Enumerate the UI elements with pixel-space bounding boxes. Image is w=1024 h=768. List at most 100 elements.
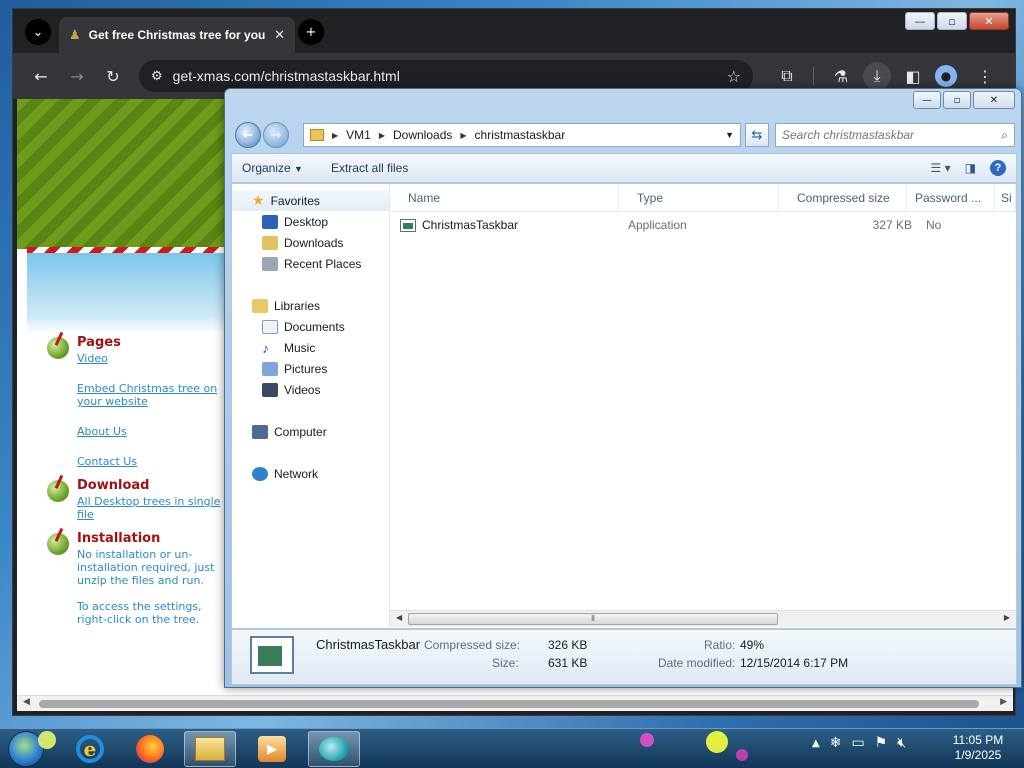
new-tab-button[interactable]: +: [298, 19, 324, 45]
chevron-down-icon[interactable]: ▼: [725, 130, 734, 140]
compressed-size-label: Compressed size:: [424, 638, 521, 652]
col-name[interactable]: Name: [390, 184, 619, 212]
extensions-button[interactable]: ⧉: [773, 62, 801, 90]
scroll-left-icon[interactable]: ◀: [396, 613, 402, 622]
file-compressed-size: 327 KB: [872, 218, 912, 232]
help-icon[interactable]: ?: [990, 160, 1006, 176]
col-type[interactable]: Type: [619, 184, 779, 212]
link-contact-us[interactable]: Contact Us: [77, 455, 227, 468]
forward-button[interactable]: →: [63, 62, 91, 90]
nav-network[interactable]: Network: [232, 463, 389, 484]
nav-recent-places[interactable]: Recent Places: [232, 253, 389, 274]
clock[interactable]: 11:05 PM 1/9/2025: [938, 733, 1018, 763]
link-all-trees[interactable]: All Desktop trees in single file: [77, 495, 227, 521]
explorer-close-button[interactable]: ✕: [973, 91, 1015, 109]
volume-muted-icon[interactable]: 🔇︎: [897, 735, 906, 751]
scrollbar-thumb[interactable]: [39, 700, 979, 708]
breadcrumb-arrow-icon[interactable]: ▶: [332, 131, 338, 140]
nav-downloads[interactable]: Downloads: [232, 232, 389, 253]
file-list-horizontal-scrollbar[interactable]: ◀ ⦀ ▶: [390, 610, 1016, 627]
refresh-button[interactable]: ⇆: [745, 123, 769, 147]
breadcrumb-vm1[interactable]: VM1: [346, 128, 371, 142]
minimize-button[interactable]: —: [905, 12, 935, 30]
link-video[interactable]: Video: [77, 352, 227, 365]
breadcrumb-arrow-icon[interactable]: ▶: [379, 131, 385, 140]
nav-music[interactable]: ♪ Music: [232, 337, 389, 358]
tab-close-icon[interactable]: ✕: [274, 28, 285, 43]
installation-section: Installation No installation or un-insta…: [47, 531, 227, 626]
flask-icon: ⚗: [833, 66, 849, 86]
ratio-value: 49%: [740, 638, 765, 652]
download-section: Download All Desktop trees in single fil…: [47, 478, 227, 521]
nav-computer[interactable]: Computer: [232, 421, 389, 442]
search-input[interactable]: [782, 128, 1002, 142]
explorer-minimize-button[interactable]: —: [913, 91, 941, 109]
breadcrumb[interactable]: ▶ VM1 ▶ Downloads ▶ christmastaskbar ▼: [303, 123, 741, 147]
explorer-forward-button[interactable]: →: [263, 122, 289, 148]
scroll-right-icon[interactable]: ▶: [1000, 697, 1007, 707]
preview-pane-icon[interactable]: ◨: [965, 161, 976, 175]
address-row: ← → ▶ VM1 ▶ Downloads ▶ christmastaskbar…: [231, 121, 1017, 149]
search-icon[interactable]: ⌕: [1001, 128, 1008, 143]
back-button[interactable]: ←: [27, 62, 55, 90]
profile-button[interactable]: ●: [935, 65, 957, 87]
explorer-search[interactable]: ⌕: [775, 123, 1015, 147]
view-options-icon[interactable]: ☰ ▾: [931, 161, 951, 175]
nav-libraries[interactable]: Libraries: [232, 295, 389, 316]
explorer-back-button[interactable]: ←: [235, 122, 261, 148]
scroll-left-icon[interactable]: ◀: [23, 697, 30, 707]
decorative-light: [736, 749, 748, 761]
flag-icon[interactable]: ⚑: [875, 735, 888, 751]
menu-button[interactable]: ⋮: [971, 62, 999, 90]
nav-label: Recent Places: [284, 256, 362, 271]
snowflake-icon[interactable]: ❄: [830, 735, 842, 751]
nav-label: Libraries: [274, 298, 321, 313]
col-size[interactable]: Si: [995, 184, 1016, 212]
column-headers: Name Type Compressed size Password ... S…: [390, 184, 1016, 212]
tray-expand-icon[interactable]: ▲: [812, 738, 820, 749]
pictures-icon: [262, 361, 278, 376]
explorer-maximize-button[interactable]: ▫: [943, 91, 971, 109]
taskbar-firefox[interactable]: [124, 731, 176, 767]
site-info-icon[interactable]: ⚙: [151, 69, 163, 84]
page-horizontal-scrollbar[interactable]: ◀ ▶: [17, 695, 1013, 711]
view-controls: ☰ ▾ ◨ ?: [931, 160, 1006, 176]
tab-search-button[interactable]: ⌄: [25, 19, 51, 45]
taskbar-internet-explorer[interactable]: e: [64, 731, 116, 767]
nav-favorites[interactable]: ★ Favorites: [232, 190, 389, 211]
extract-all-button[interactable]: Extract all files: [331, 161, 408, 175]
link-embed[interactable]: Embed Christmas tree on your website: [77, 382, 227, 408]
organize-menu[interactable]: Organize ▼: [242, 161, 303, 175]
nav-label: Computer: [274, 424, 327, 439]
close-window-button[interactable]: ✕: [969, 12, 1009, 30]
bookmark-star-icon[interactable]: ☆: [727, 67, 741, 86]
breadcrumb-downloads[interactable]: Downloads: [393, 128, 452, 142]
breadcrumb-christmastaskbar[interactable]: christmastaskbar: [475, 128, 566, 142]
link-about-us[interactable]: About Us: [77, 425, 227, 438]
taskbar-media-player[interactable]: ▶: [246, 731, 298, 767]
nav-videos[interactable]: Videos: [232, 379, 389, 400]
decorative-light: [640, 733, 654, 747]
display-icon[interactable]: ▭: [851, 735, 864, 751]
breadcrumb-arrow-icon[interactable]: ▶: [460, 131, 466, 140]
browser-tab[interactable]: ♟ Get free Christmas tree for your ✕: [59, 17, 295, 53]
maximize-button[interactable]: ▫: [937, 12, 967, 30]
col-password[interactable]: Password ...: [907, 184, 995, 212]
url-input[interactable]: [172, 68, 727, 84]
reload-button[interactable]: ↻: [99, 62, 127, 90]
col-compressed-size[interactable]: Compressed size: [779, 184, 907, 212]
taskbar-explorer[interactable]: [184, 731, 236, 767]
nav-documents[interactable]: Documents: [232, 316, 389, 337]
file-thumbnail-icon: [250, 636, 294, 674]
labs-button[interactable]: ⚗: [827, 62, 855, 90]
scrollbar-thumb[interactable]: ⦀: [408, 613, 778, 625]
scroll-right-icon[interactable]: ▶: [1004, 613, 1010, 622]
side-panel-button[interactable]: ◧: [899, 62, 927, 90]
nav-desktop[interactable]: Desktop: [232, 211, 389, 232]
downloads-button[interactable]: ⤓: [863, 62, 891, 90]
system-tray: ▲ ❄ ▭ ⚑ 🔇︎: [812, 735, 906, 751]
details-pane: ChristmasTaskbar Compressed size: 326 KB…: [231, 629, 1017, 685]
taskbar-christmas-taskbar[interactable]: [308, 731, 360, 767]
file-row[interactable]: ChristmasTaskbar Application 327 KB No: [400, 214, 1016, 236]
nav-pictures[interactable]: Pictures: [232, 358, 389, 379]
